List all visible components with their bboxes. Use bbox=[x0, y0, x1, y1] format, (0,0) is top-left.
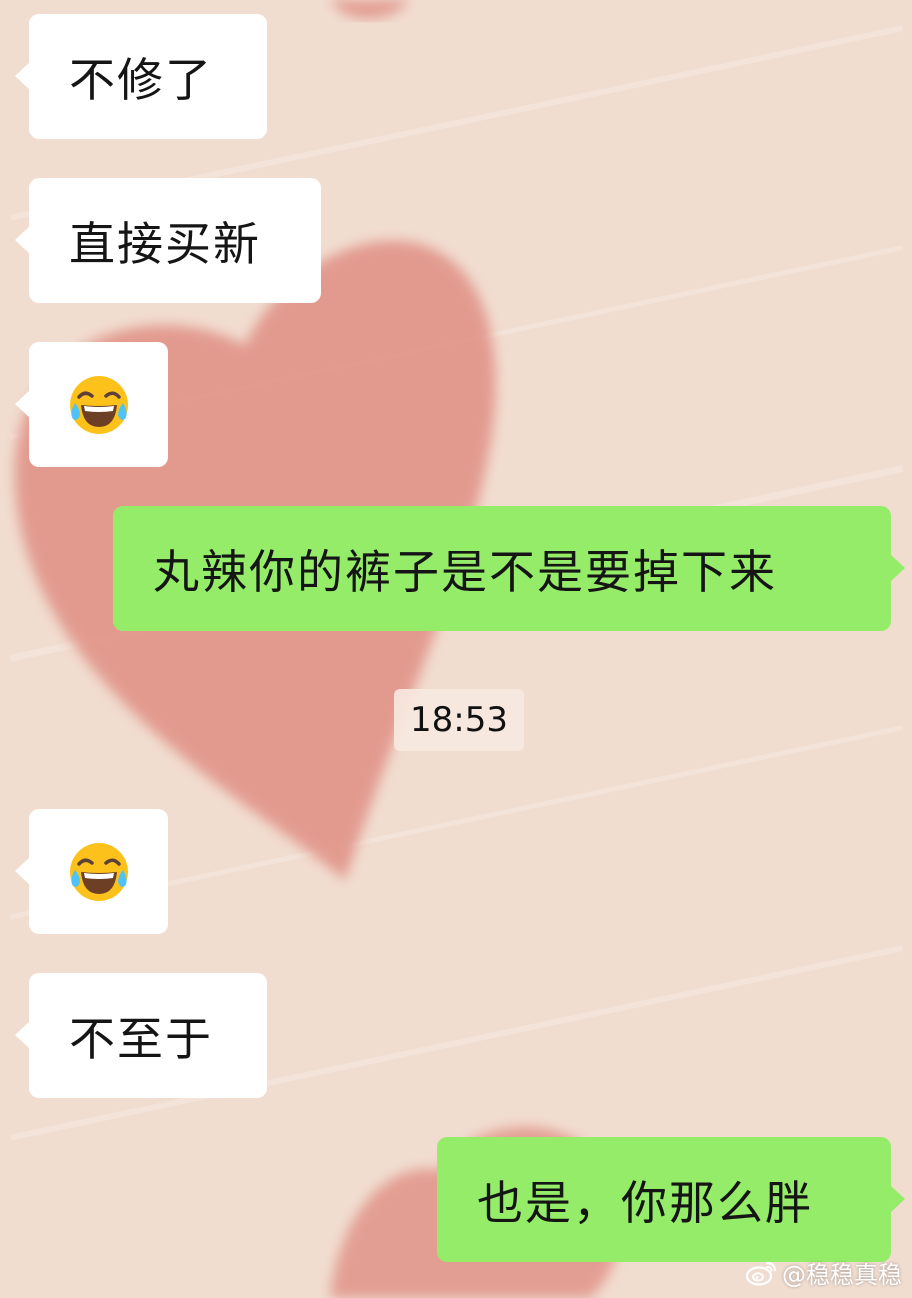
message-bubble-outgoing[interactable]: 也是，你那么胖 bbox=[437, 1137, 905, 1262]
emoji-bubble-incoming[interactable] bbox=[15, 342, 168, 467]
weibo-logo-icon bbox=[746, 1261, 777, 1286]
message-timestamp: 18:53 bbox=[394, 689, 524, 751]
tears-of-joy-emoji bbox=[70, 375, 128, 434]
message-bubble-incoming[interactable]: 不至于 bbox=[15, 973, 267, 1098]
message-text: 也是，你那么胖 bbox=[477, 1175, 813, 1230]
message-bubble-outgoing[interactable]: 丸辣你的裤子是不是要掉下来 bbox=[113, 506, 905, 631]
message-text: 直接买新 bbox=[69, 216, 261, 271]
emoji-bubble-incoming[interactable] bbox=[15, 809, 168, 934]
tears-of-joy-emoji bbox=[70, 842, 128, 901]
timestamp-text: 18:53 bbox=[410, 700, 508, 740]
message-bubble-incoming[interactable]: 不修了 bbox=[15, 14, 267, 139]
message-bubble-incoming[interactable]: 直接买新 bbox=[15, 178, 321, 303]
message-text: 不修了 bbox=[69, 52, 213, 107]
watermark-text: @稳稳真稳 bbox=[782, 1261, 902, 1289]
message-text: 不至于 bbox=[69, 1011, 213, 1066]
message-text: 丸辣你的裤子是不是要掉下来 bbox=[153, 544, 777, 599]
watermark: @稳稳真稳 bbox=[746, 1255, 902, 1290]
